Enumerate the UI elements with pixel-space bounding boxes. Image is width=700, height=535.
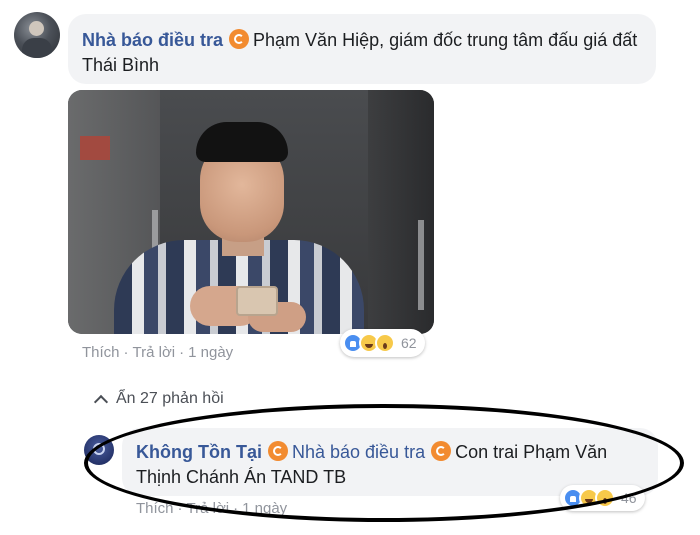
comment-photo[interactable] xyxy=(68,90,434,334)
reply-reactions-summary[interactable]: 46 xyxy=(560,485,645,511)
reply-author-name[interactable]: Không Tồn Tại xyxy=(136,442,262,462)
at-mention-icon xyxy=(267,441,288,461)
separator-dot: · xyxy=(177,500,183,517)
reaction-count: 46 xyxy=(621,490,637,506)
hide-replies-link[interactable]: Ẩn 27 phản hồi xyxy=(93,390,224,410)
photo-phone xyxy=(236,286,278,316)
reply-avatar[interactable] xyxy=(84,435,114,465)
reaction-count: 62 xyxy=(401,335,417,351)
avatar-body xyxy=(22,38,52,58)
reply-link[interactable]: Trả lời xyxy=(187,500,230,517)
like-link[interactable]: Thích xyxy=(136,500,174,517)
separator-dot: · xyxy=(123,344,129,361)
separator-dot: · xyxy=(179,344,185,361)
like-link[interactable]: Thích xyxy=(82,344,120,361)
timestamp-link[interactable]: 1 ngày xyxy=(242,500,287,517)
comment-author-name[interactable]: Nhà báo điều tra xyxy=(82,30,223,50)
reply-actions: Thích · Trả lời · 1 ngày xyxy=(136,500,287,517)
comment-actions: Thích · Trả lời · 1 ngày xyxy=(82,344,233,361)
photo-person-hair xyxy=(196,122,288,162)
at-mention-icon xyxy=(431,441,452,461)
hide-replies-label: Ẩn 27 phản hồi xyxy=(116,390,224,407)
comment-bubble: Nhà báo điều tra Phạm Văn Hiệp, giám đốc … xyxy=(68,14,656,84)
reactions-summary[interactable]: 62 xyxy=(340,329,425,357)
wow-reaction-icon xyxy=(595,488,615,508)
avatar-mark xyxy=(93,443,105,455)
avatar-head xyxy=(29,21,44,36)
wow-reaction-icon xyxy=(375,333,395,353)
timestamp-link[interactable]: 1 ngày xyxy=(188,344,233,361)
photo-sign xyxy=(80,136,110,160)
photo-door xyxy=(368,90,434,334)
at-mention-icon xyxy=(229,29,250,49)
tagged-user-link[interactable]: Nhà báo điều tra xyxy=(292,442,425,462)
reply-text-block: Không Tồn Tại Nhà báo điều tra Con trai Ph… xyxy=(136,440,644,490)
separator-dot: · xyxy=(233,500,239,517)
reply-link[interactable]: Trả lời xyxy=(133,344,176,361)
photo-door-handle xyxy=(418,220,424,310)
comment-text-block: Nhà báo điều tra Phạm Văn Hiệp, giám đốc … xyxy=(82,28,642,78)
chevron-up-icon xyxy=(93,394,109,410)
commenter-avatar[interactable] xyxy=(14,12,60,58)
